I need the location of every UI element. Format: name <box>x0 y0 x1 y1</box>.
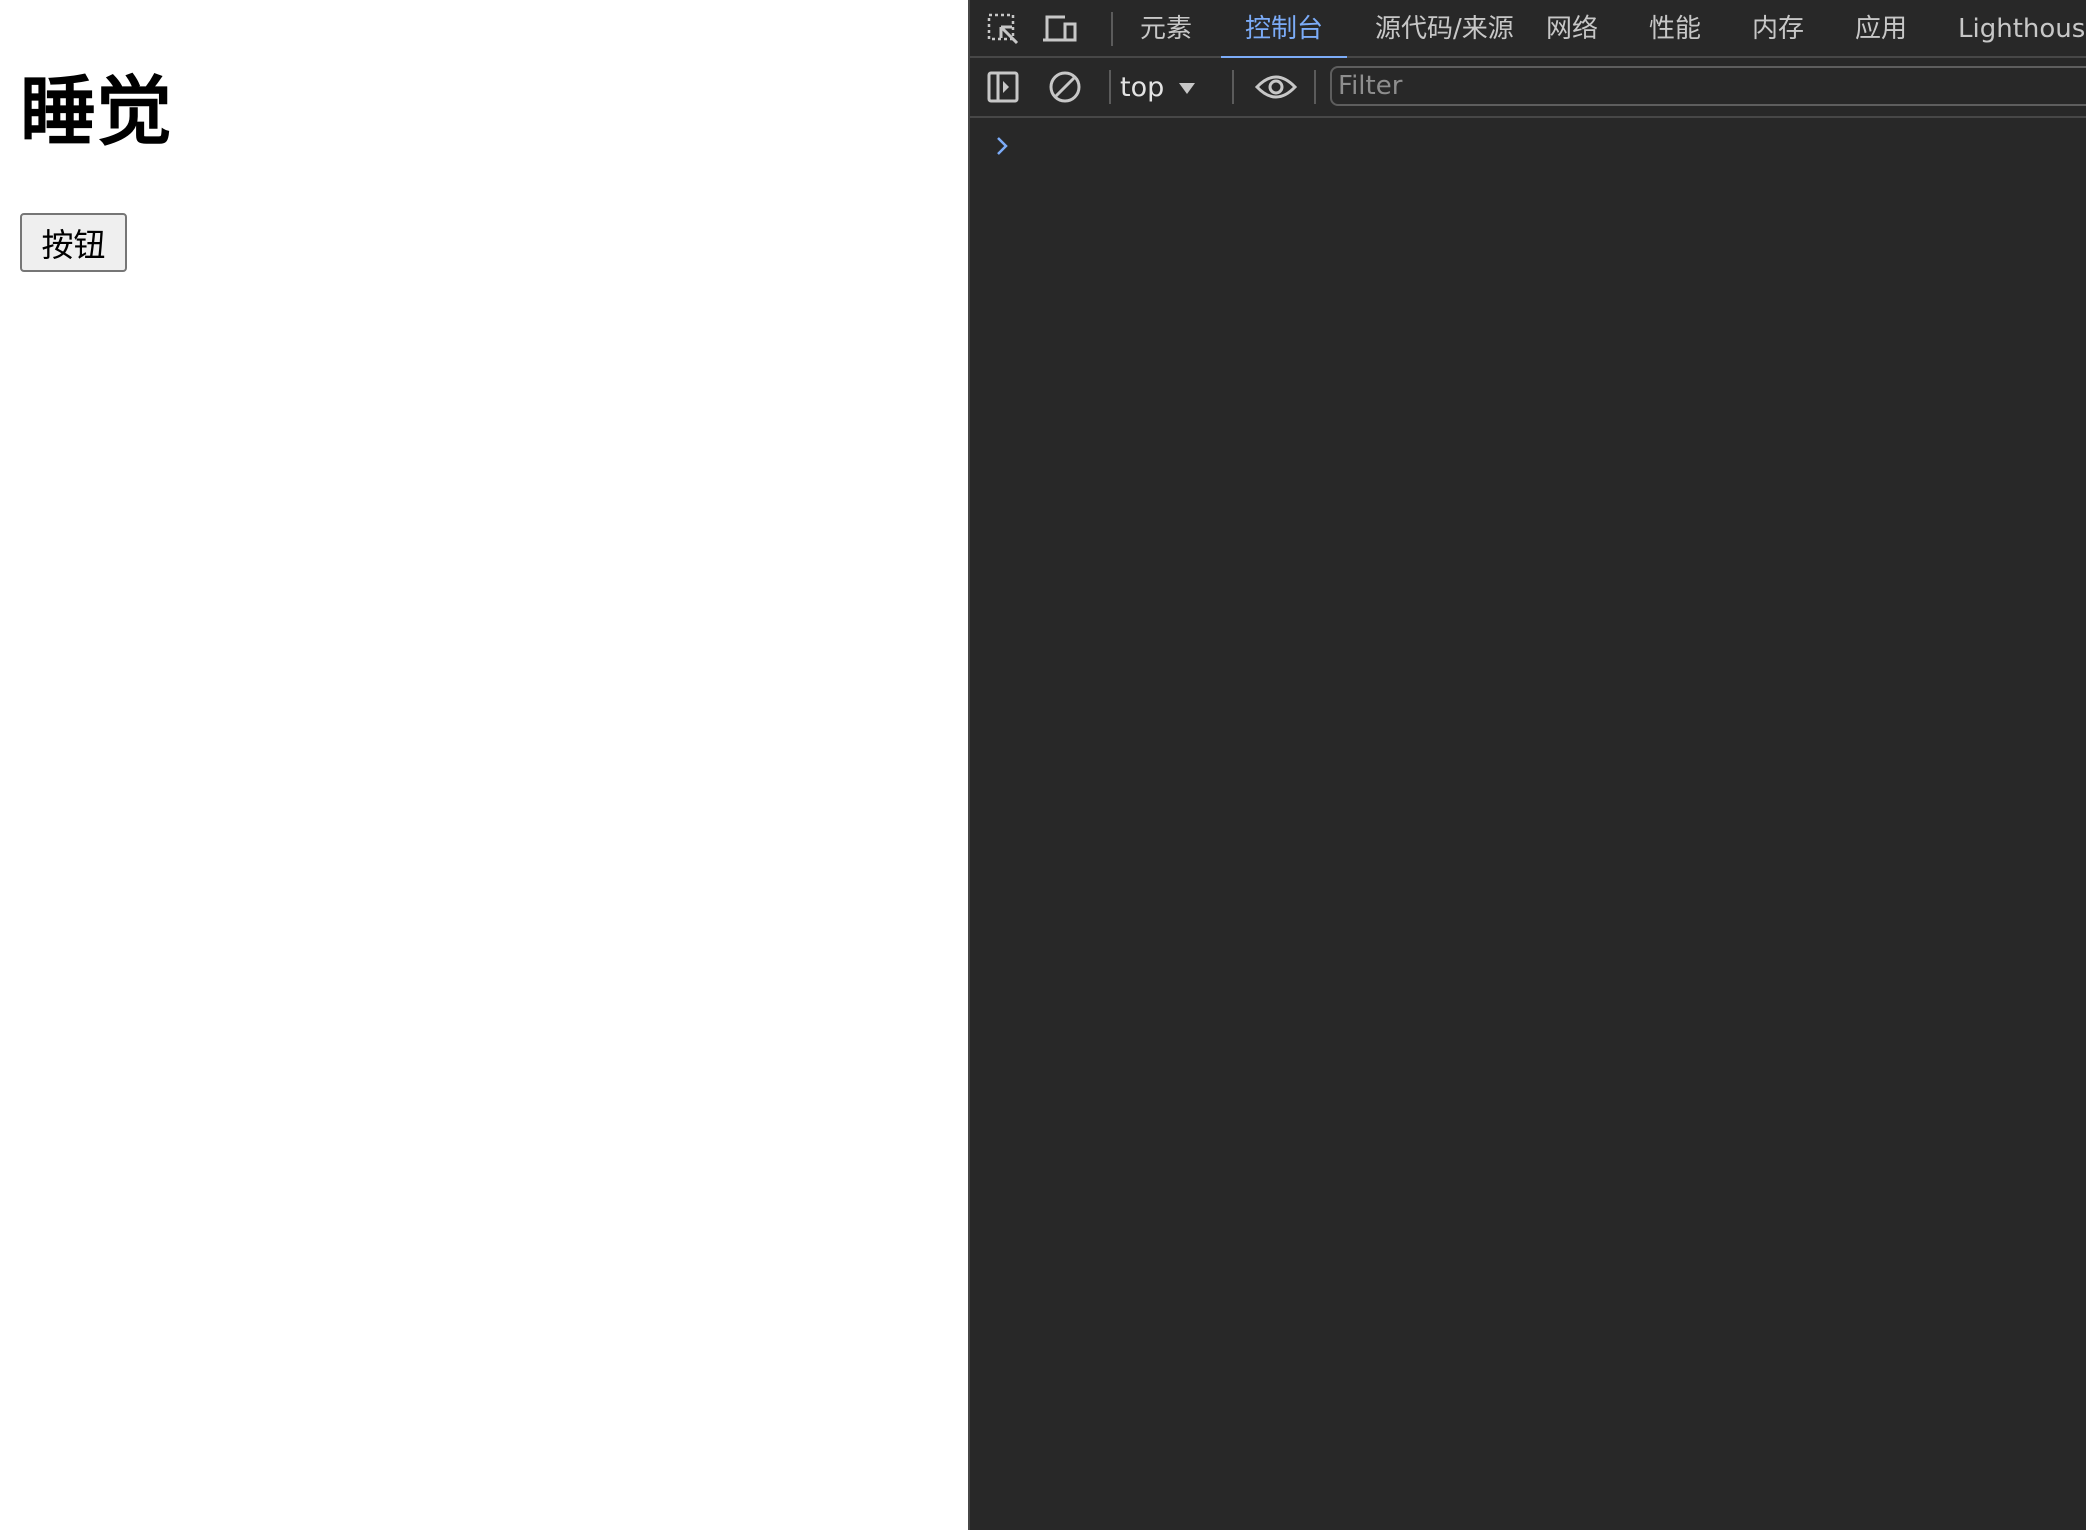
tab-console[interactable]: 控制台 <box>1221 0 1348 60</box>
sidebar-toggle-icon[interactable] <box>984 68 1022 106</box>
devtools-tab-bar: 元素 控制台 源代码/来源 网络 性能 内存 应用 Lighthouse <box>970 0 2086 60</box>
browser-window: 睡觉 按钮 元素 控制台 源代码/来源 网络 性能 内存 应用 Lighthou… <box>0 0 2086 1530</box>
page-button[interactable]: 按钮 <box>20 213 127 272</box>
clear-console-icon[interactable] <box>1046 68 1084 106</box>
toolbar-separator <box>1232 70 1234 104</box>
console-toolbar: top <box>970 58 2086 118</box>
tab-application[interactable]: 应用 <box>1831 0 1931 58</box>
context-selector[interactable]: top <box>1120 68 1196 106</box>
tab-elements[interactable]: 元素 <box>1116 0 1216 58</box>
device-toolbar-icon[interactable] <box>1040 10 1078 48</box>
console-output[interactable] <box>970 118 2086 1530</box>
devtools-panel: 元素 控制台 源代码/来源 网络 性能 内存 应用 Lighthouse <box>968 0 2086 1530</box>
page-heading: 睡觉 <box>20 67 172 156</box>
filter-input[interactable] <box>1330 66 2086 106</box>
tab-lighthouse[interactable]: Lighthouse <box>1934 0 2086 58</box>
toolbar-separator <box>1111 12 1113 46</box>
tab-sources[interactable]: 源代码/来源 <box>1351 0 1538 58</box>
dropdown-triangle-icon <box>1178 72 1196 103</box>
eye-icon[interactable] <box>1254 68 1298 106</box>
console-prompt[interactable] <box>994 130 2054 166</box>
inspect-element-icon[interactable] <box>984 10 1022 48</box>
tab-network[interactable]: 网络 <box>1522 0 1622 58</box>
chevron-right-icon <box>994 134 1010 162</box>
toolbar-separator <box>1109 70 1111 104</box>
tab-memory[interactable]: 内存 <box>1728 0 1828 58</box>
tab-performance[interactable]: 性能 <box>1625 0 1725 58</box>
toolbar-separator <box>1314 70 1316 104</box>
page-viewport: 睡觉 按钮 <box>0 0 968 1530</box>
context-value: top <box>1120 71 1165 103</box>
